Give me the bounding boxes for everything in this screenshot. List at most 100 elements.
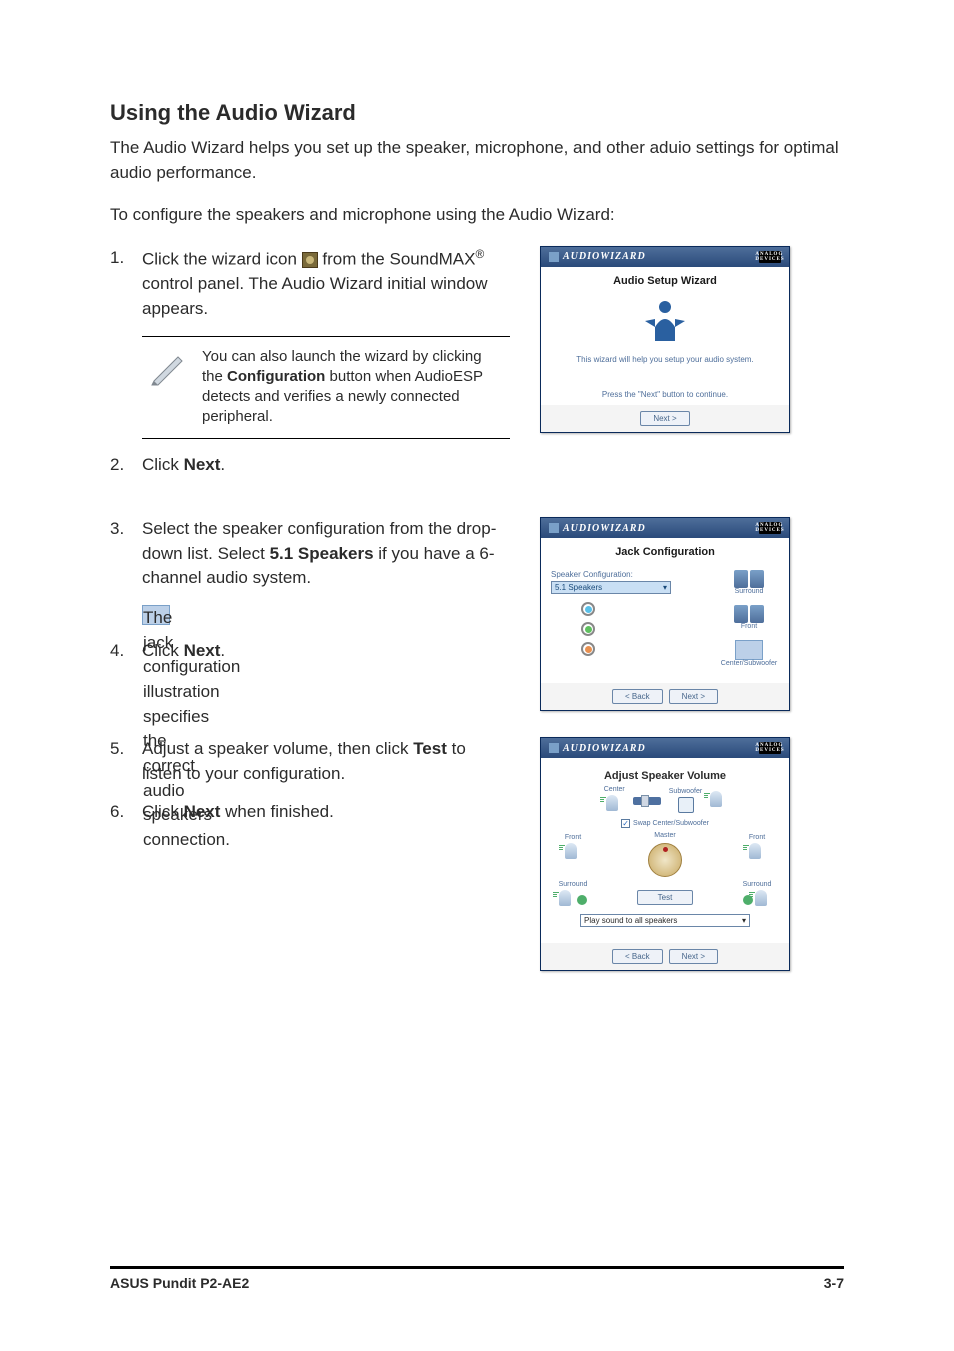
step-4-bold: Next: [184, 641, 221, 660]
section-heading: Using the Audio Wizard: [110, 100, 844, 126]
step-1-post2: control panel. The Audio Wizard initial …: [142, 274, 488, 318]
wizard2-next-button[interactable]: Next >: [669, 689, 718, 704]
chevron-down-icon: ▾: [663, 583, 667, 592]
wizard-title: AUDIOWIZARD: [563, 251, 646, 262]
center-speaker-icon: [606, 795, 622, 815]
step-2: 2. Click Next.: [110, 453, 510, 478]
jack-icon: [581, 622, 713, 636]
step-4-post: .: [220, 641, 225, 660]
front-speaker-icon: [734, 605, 764, 623]
wizard-window-setup: AUDIOWIZARD ANALOG DEVICES Audio Setup W…: [540, 246, 790, 433]
surround-left-speaker-icon[interactable]: [559, 890, 575, 910]
step-1: 1. Click the wizard icon from the SoundM…: [110, 246, 510, 322]
front-left-label: Front: [565, 834, 581, 841]
step-3: 3. Select the speaker configuration from…: [110, 517, 510, 625]
step-3-sub: The jack configuration illustration spec…: [142, 605, 170, 625]
wizard1-msg2: Press the "Next" button to continue.: [547, 390, 783, 399]
wizard1-next-button[interactable]: Next >: [640, 411, 689, 426]
surround-right-speaker-icon[interactable]: [755, 890, 771, 910]
wizard-titlebar: AUDIOWIZARD ANALOG DEVICES: [541, 518, 789, 538]
surround-label: Surround: [735, 588, 764, 595]
surround-mute-icon[interactable]: [577, 895, 587, 905]
step-5-number: 5.: [110, 737, 142, 786]
wizard2-back-button[interactable]: < Back: [612, 689, 663, 704]
step-1-post: from the SoundMAX: [322, 250, 475, 269]
wizard-title: AUDIOWIZARD: [563, 743, 646, 754]
footer-product: ASUS Pundit P2-AE2: [110, 1275, 249, 1291]
step-6-bold: Next: [184, 802, 221, 821]
front-right-label: Front: [749, 834, 765, 841]
play-sound-value: Play sound to all speakers: [584, 916, 677, 925]
intro-paragraph-1: The Audio Wizard helps you set up the sp…: [110, 136, 844, 185]
speaker-config-select[interactable]: 5.1 Speakers ▾: [551, 581, 671, 594]
titlebar-icon: [549, 252, 559, 262]
play-sound-select[interactable]: Play sound to all speakers ▾: [580, 914, 750, 927]
step-2-bold: Next: [184, 455, 221, 474]
step-2-post: .: [220, 455, 225, 474]
swap-checkbox[interactable]: ✓: [621, 819, 630, 828]
front-label: Front: [741, 623, 757, 630]
subwoofer-icon: [678, 797, 694, 813]
wizard-person-icon: [547, 297, 783, 345]
surround-left-label: Surround: [559, 881, 588, 888]
swap-label: Swap Center/Subwoofer: [633, 820, 709, 827]
footer-page-number: 3-7: [824, 1275, 844, 1291]
wizard2-heading: Jack Configuration: [547, 546, 783, 558]
step-2-pre: Click: [142, 455, 184, 474]
step-1-pre: Click the wizard icon: [142, 250, 302, 269]
center-label: Center: [604, 786, 625, 793]
step-6-post: when finished.: [225, 802, 334, 821]
titlebar-icon: [549, 523, 559, 533]
wizard-titlebar: AUDIOWIZARD ANALOG DEVICES: [541, 738, 789, 758]
subwoofer-label: Subwoofer: [669, 788, 702, 795]
wizard3-heading: Adjust Speaker Volume: [553, 770, 777, 782]
front-left-speaker-icon[interactable]: [565, 843, 581, 863]
subwoofer-icon: [735, 640, 763, 660]
registered-mark: ®: [475, 247, 484, 261]
step-6-pre: Click: [142, 802, 184, 821]
front-right-speaker-icon[interactable]: [749, 843, 765, 863]
wizard3-next-button[interactable]: Next >: [669, 949, 718, 964]
jack-icon: [581, 642, 713, 656]
speaker-config-value: 5.1 Speakers: [555, 583, 602, 592]
surround-right-label: Surround: [743, 881, 772, 888]
wizard-window-volume: AUDIOWIZARD ANALOG DEVICES Adjust Speake…: [540, 737, 790, 971]
wizard1-msg1: This wizard will help you setup your aud…: [547, 355, 783, 364]
center-volume-slider[interactable]: [633, 797, 661, 805]
step-6: 6. Click Next when finished.: [110, 800, 510, 825]
sub-fader-icon[interactable]: [710, 791, 726, 811]
step-4: 4. Click Next.: [110, 639, 510, 664]
speaker-config-label: Speaker Configuration:: [551, 570, 713, 579]
step-1-number: 1.: [110, 246, 142, 322]
jack-icon: [581, 602, 713, 616]
chevron-down-icon: ▾: [742, 916, 746, 925]
wizard-window-jack: AUDIOWIZARD ANALOG DEVICES Jack Configur…: [540, 517, 790, 711]
analog-devices-logo: ANALOG DEVICES: [759, 251, 781, 263]
step-5-bold: Test: [413, 739, 447, 758]
step-6-number: 6.: [110, 800, 142, 825]
step-4-pre: Click: [142, 641, 184, 660]
page-footer: ASUS Pundit P2-AE2 3-7: [110, 1266, 844, 1291]
test-button[interactable]: Test: [637, 890, 693, 905]
pen-icon: [148, 347, 188, 387]
note-box: You can also launch the wizard by clicki…: [142, 336, 510, 439]
note-bold: Configuration: [227, 368, 325, 385]
wizard3-back-button[interactable]: < Back: [612, 949, 663, 964]
step-3-bold: 5.1 Speakers: [270, 544, 374, 563]
wizard-title: AUDIOWIZARD: [563, 523, 646, 534]
center-sub-label: Center/Subwoofer: [721, 660, 777, 667]
intro-paragraph-2: To configure the speakers and microphone…: [110, 203, 844, 228]
surround-speaker-icon: [734, 570, 764, 588]
wizard-icon: [302, 252, 318, 268]
wizard-titlebar: AUDIOWIZARD ANALOG DEVICES: [541, 247, 789, 267]
step-3-number: 3.: [110, 517, 142, 625]
step-5: 5. Adjust a speaker volume, then click T…: [110, 737, 510, 786]
step-5-pre: Adjust a speaker volume, then click: [142, 739, 413, 758]
step-2-number: 2.: [110, 453, 142, 478]
analog-devices-logo: ANALOG DEVICES: [759, 522, 781, 534]
master-label: Master: [654, 832, 675, 839]
master-volume-knob[interactable]: [648, 843, 682, 877]
wizard1-heading: Audio Setup Wizard: [547, 275, 783, 287]
titlebar-icon: [549, 743, 559, 753]
analog-devices-logo: ANALOG DEVICES: [759, 742, 781, 754]
